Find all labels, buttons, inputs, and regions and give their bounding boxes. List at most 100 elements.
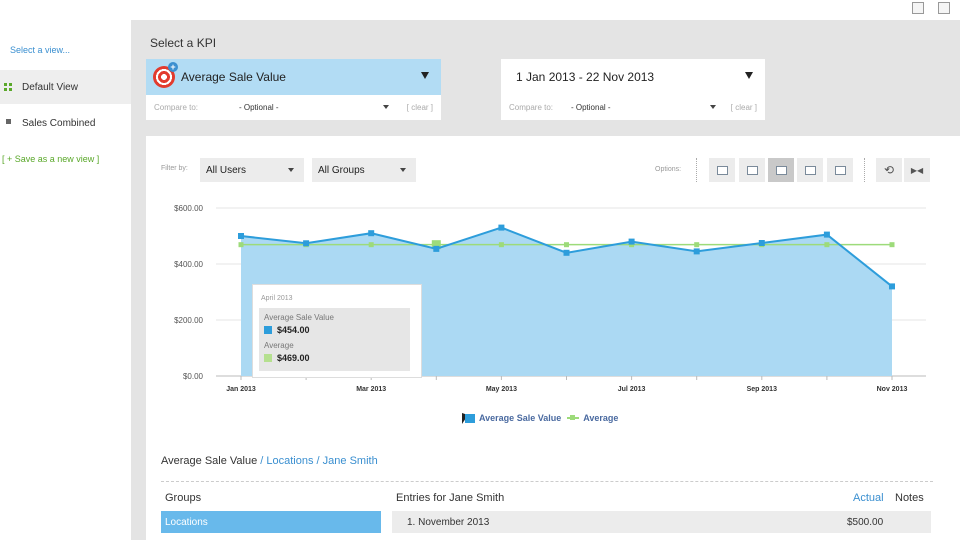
breadcrumb-separator: /: [257, 455, 267, 467]
series-point: [823, 231, 830, 238]
table-icon: [834, 165, 846, 175]
divider: [161, 481, 933, 482]
series-point: [368, 230, 375, 237]
date-dropdown[interactable]: 1 Jan 2013 - 22 Nov 2013: [501, 59, 765, 95]
chevron-down-icon[interactable]: [383, 105, 389, 109]
series-point: [758, 240, 765, 246]
view-option-3-button[interactable]: [768, 158, 794, 182]
breadcrumb-locations[interactable]: Locations: [266, 455, 313, 467]
groups-filter[interactable]: All Groups: [312, 158, 416, 182]
tooltip-series-label: Average Sale Value: [264, 313, 334, 322]
series-point: [303, 240, 310, 247]
x-axis-labels: Jan 2013 Mar 2013 May 2013 Jul 2013 Sep 2013…: [226, 386, 907, 393]
groups-filter-value: All Groups: [318, 164, 365, 176]
y-tick-label: $200.00: [174, 316, 203, 325]
grid-icon: [4, 83, 12, 91]
print-icon[interactable]: [938, 2, 950, 14]
caret-down-icon: [745, 72, 753, 79]
view-option-1-button[interactable]: [709, 158, 735, 182]
average-point: [824, 242, 830, 248]
group-item-locations[interactable]: Locations: [161, 511, 381, 533]
y-axis-labels: $0.00 $200.00 $400.00 $600.00: [174, 204, 203, 381]
breadcrumb-separator: /: [313, 455, 323, 467]
sidebar-item-label: Default View: [22, 81, 78, 93]
sidebar: Select a view... Default View Sales Comb…: [0, 0, 131, 540]
series-point: [889, 283, 895, 290]
legend-series-label[interactable]: Average Sale Value: [479, 413, 561, 423]
refresh-button[interactable]: ⟲: [876, 158, 902, 182]
x-tick-label: Nov 2013: [877, 386, 908, 393]
caret-down-icon: [421, 72, 429, 79]
divider: [696, 158, 697, 182]
y-tick-label: $600.00: [174, 204, 203, 213]
date-range: 1 Jan 2013 - 22 Nov 2013: [516, 70, 655, 84]
compare-label: Compare to:: [154, 103, 199, 112]
average-point: [238, 242, 244, 248]
view-option-5-button[interactable]: [827, 158, 853, 182]
divider: [864, 158, 865, 182]
collapse-button[interactable]: ▶◀: [904, 158, 930, 182]
export-icon[interactable]: [912, 2, 924, 14]
entry-label: 1. November 2013: [407, 516, 490, 528]
average-point: [368, 242, 374, 248]
compare-select[interactable]: - Optional -: [571, 103, 611, 112]
series-point: [238, 233, 244, 239]
series-point: [433, 245, 440, 252]
breadcrumb: Average Sale Value / Locations / Jane Sm…: [161, 455, 378, 467]
main-area: Select a KPI Average Sale Value Compare …: [131, 2, 960, 540]
sidebar-item-default-view[interactable]: Default View: [0, 70, 131, 104]
kpi-dropdown[interactable]: Average Sale Value: [146, 59, 441, 95]
filter-label: Filter by:: [161, 165, 188, 172]
chart-panel: Filter by: All Users All Groups Options:…: [146, 136, 960, 540]
notes-header: Notes: [895, 492, 924, 504]
date-compare: Compare to: - Optional - [ clear ]: [501, 95, 765, 120]
tooltip-avg-value: $469.00: [264, 353, 310, 363]
y-tick-label: $0.00: [183, 372, 204, 381]
actual-header[interactable]: Actual: [853, 492, 884, 504]
target-icon: [153, 62, 178, 88]
average-point: [498, 242, 504, 248]
layout-icon: [716, 165, 728, 175]
compare-label: Compare to:: [509, 103, 554, 112]
x-tick-label: May 2013: [486, 386, 517, 393]
chart-tooltip: April 2013 Average Sale Value $454.00 Av…: [252, 284, 422, 378]
clear-link[interactable]: [ clear ]: [407, 103, 433, 112]
breadcrumb-kpi: Average Sale Value: [161, 455, 258, 467]
kpi-selected: Average Sale Value: [181, 70, 286, 84]
series-point: [498, 224, 505, 231]
x-tick-label: Sep 2013: [747, 386, 777, 393]
tooltip-date: April 2013: [261, 295, 293, 302]
kpi-heading: Select a KPI: [150, 36, 217, 50]
view-option-2-button[interactable]: [739, 158, 765, 182]
select-view-link[interactable]: Select a view...: [10, 45, 70, 55]
x-tick-label: Jan 2013: [226, 386, 256, 393]
legend-swatch-average: [567, 414, 580, 422]
x-tick-label: Jul 2013: [618, 386, 646, 393]
top-toolbar: [912, 2, 950, 14]
chevron-down-icon[interactable]: [710, 105, 716, 109]
sidebar-item-sales-combined[interactable]: Sales Combined: [0, 106, 131, 140]
users-filter[interactable]: All Users: [200, 158, 304, 182]
clear-link[interactable]: [ clear ]: [731, 103, 757, 112]
kpi-compare: Compare to: - Optional - [ clear ]: [146, 95, 441, 120]
tooltip-series-value: $454.00: [264, 325, 310, 335]
average-point: [564, 242, 569, 248]
layout-icon: [746, 165, 758, 175]
legend-average-label[interactable]: Average: [583, 413, 618, 423]
table-row[interactable]: 1. November 2013 $500.00: [392, 511, 931, 533]
entry-value: $500.00: [847, 516, 884, 528]
entries-header: Entries for Jane Smith: [396, 492, 505, 504]
sidebar-item-label: Sales Combined: [22, 117, 96, 129]
series-point: [628, 238, 635, 245]
legend-swatch-series: [465, 413, 475, 423]
users-filter-value: All Users: [206, 164, 247, 176]
y-tick-label: $400.00: [174, 260, 203, 269]
view-option-4-button[interactable]: [797, 158, 823, 182]
refresh-icon: ⟲: [883, 163, 895, 177]
save-view-link[interactable]: [ + Save as a new view ]: [2, 154, 99, 164]
compare-select[interactable]: - Optional -: [239, 103, 279, 112]
average-point: [889, 242, 895, 248]
tooltip-body: Average Sale Value $454.00 Average $469.…: [259, 308, 410, 371]
series-point: [563, 249, 570, 256]
breadcrumb-person[interactable]: Jane Smith: [323, 455, 378, 467]
